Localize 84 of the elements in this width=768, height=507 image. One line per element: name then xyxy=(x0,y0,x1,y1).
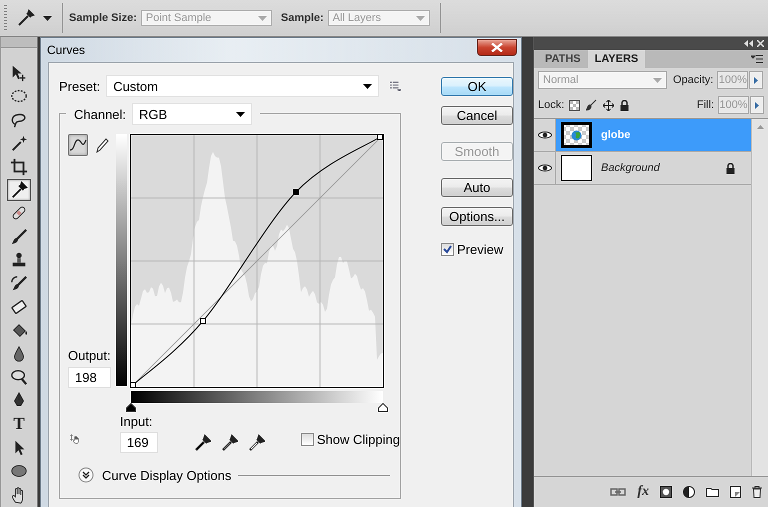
lock-move-icon[interactable] xyxy=(603,100,614,110)
layer-name: globe xyxy=(601,129,630,141)
paint-bucket-icon xyxy=(10,322,28,340)
caret-icon xyxy=(362,84,372,88)
scrollbar[interactable] xyxy=(751,119,768,476)
lock-brush-icon[interactable] xyxy=(586,99,598,111)
curve-point[interactable] xyxy=(200,318,206,324)
dialog-button[interactable]: Auto xyxy=(441,178,513,197)
sample-label: Sample: xyxy=(280,12,324,24)
up-arrow-icon xyxy=(756,125,764,129)
link-icon[interactable] xyxy=(610,488,626,496)
curve-point[interactable] xyxy=(130,382,136,388)
globe-icon xyxy=(571,130,582,140)
lock-transparent-icon[interactable] xyxy=(569,100,580,110)
collapse-icon[interactable] xyxy=(744,40,753,47)
brush-icon xyxy=(10,228,28,246)
opacity-slider-button[interactable] xyxy=(749,71,764,89)
curve-icon xyxy=(69,138,87,152)
layer-thumbnail xyxy=(561,155,592,181)
caret-icon xyxy=(653,78,662,82)
eyedropper-icon[interactable] xyxy=(194,434,211,451)
input-slider-thumb[interactable] xyxy=(378,403,388,412)
caret-icon xyxy=(236,112,246,116)
trash-icon[interactable] xyxy=(752,486,762,498)
input-label: Input: xyxy=(120,414,154,429)
eyedropper-icon xyxy=(10,181,28,200)
mask-icon[interactable] xyxy=(660,486,672,498)
triangle-icon xyxy=(754,76,758,84)
show-clipping-checkbox[interactable] xyxy=(300,433,314,446)
preset-label: Preset: xyxy=(59,78,100,94)
dialog-button[interactable]: Cancel xyxy=(441,106,513,125)
folder-icon[interactable] xyxy=(706,487,719,497)
magic-wand-icon xyxy=(10,134,28,152)
check-icon xyxy=(443,245,452,254)
close-button[interactable] xyxy=(477,38,517,56)
dialog-button[interactable]: Options... xyxy=(441,207,513,226)
crop-icon xyxy=(10,158,28,176)
lock-icon[interactable] xyxy=(620,100,630,110)
stamp-icon xyxy=(10,251,28,270)
layer-name: Background xyxy=(601,162,660,174)
close-icon xyxy=(491,42,503,52)
eyedropper-icon[interactable] xyxy=(248,434,265,451)
eyedropper-icon[interactable] xyxy=(220,434,238,451)
sample-size-label: Sample Size: xyxy=(69,12,137,24)
eyedropper-icon[interactable] xyxy=(17,9,35,27)
input-field[interactable]: 169 xyxy=(120,432,158,453)
output-field[interactable]: 198 xyxy=(68,367,111,388)
pencil-icon xyxy=(95,137,109,153)
dialog-title: Curves xyxy=(47,43,86,57)
fill-slider-button[interactable] xyxy=(750,96,764,114)
eye-icon xyxy=(538,164,552,172)
list-menu-icon[interactable] xyxy=(390,81,401,91)
panel-tab[interactable]: LAYERS xyxy=(588,50,646,68)
layer-row[interactable]: Background xyxy=(556,152,751,184)
preset-dropdown[interactable]: Custom xyxy=(106,75,379,97)
caret-icon xyxy=(416,16,425,20)
half-circle-icon[interactable] xyxy=(683,486,695,498)
curve-display-options-label: Curve Display Options xyxy=(102,468,232,482)
channel-label: Channel: xyxy=(74,106,126,122)
caret-icon xyxy=(43,16,52,20)
channel-dropdown[interactable]: RGB xyxy=(132,103,252,125)
expand-icon[interactable] xyxy=(78,467,94,483)
eye-icon xyxy=(538,131,552,139)
input-slider-thumb[interactable] xyxy=(126,403,136,412)
output-label: Output: xyxy=(68,348,112,363)
panel-menu-icon[interactable] xyxy=(751,55,763,64)
triangle-icon xyxy=(755,102,759,108)
history-brush-icon xyxy=(10,274,28,293)
fill-label: Fill: xyxy=(696,99,714,111)
show-clipping-label: Show Clipping xyxy=(316,432,400,447)
type-tool[interactable]: T xyxy=(7,413,31,436)
preview-checkbox[interactable] xyxy=(441,243,454,256)
move-icon xyxy=(10,64,28,82)
fx-button[interactable]: fx xyxy=(637,484,649,500)
new-layer-icon[interactable] xyxy=(730,486,741,498)
opacity-label: Opacity: xyxy=(673,74,714,86)
curve-tool-button[interactable] xyxy=(68,134,88,156)
close-icon[interactable] xyxy=(757,40,764,47)
caret-icon xyxy=(258,16,267,20)
dialog-button[interactable]: OK xyxy=(441,77,513,96)
curve-point[interactable] xyxy=(377,134,383,140)
preview-label: Preview xyxy=(457,242,504,257)
lock-label: Lock: xyxy=(538,99,564,111)
tool-button[interactable] xyxy=(7,179,31,201)
